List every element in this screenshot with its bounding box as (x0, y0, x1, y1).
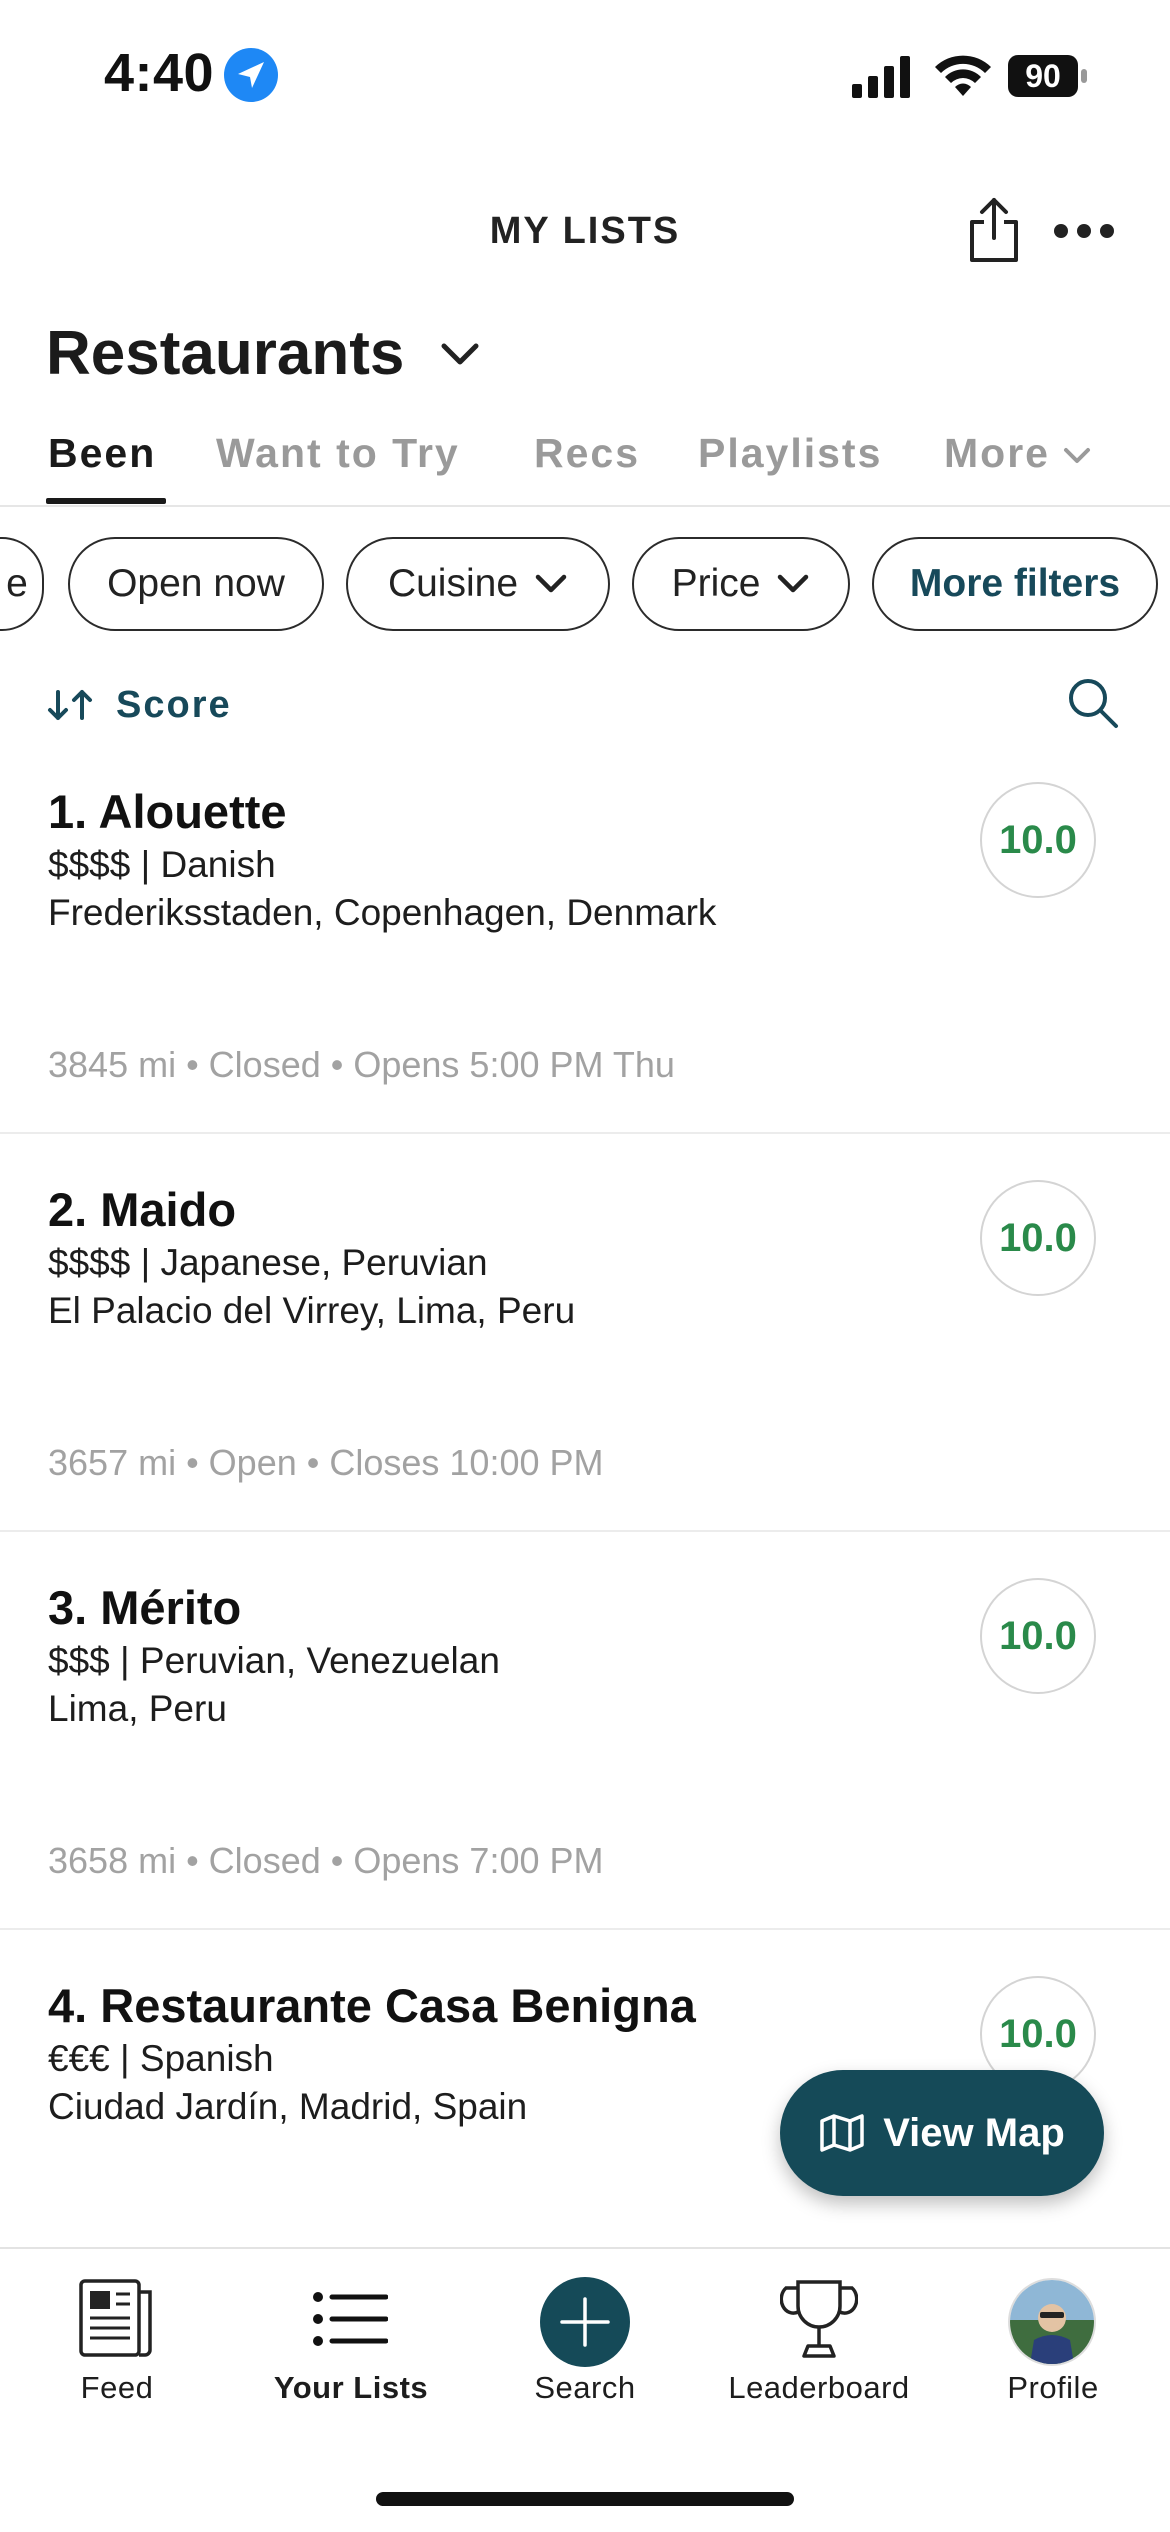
restaurant-location: Lima, Peru (48, 1688, 227, 1729)
list-item[interactable]: 2. Maido $$$$ | Japanese, Peruvian El Pa… (0, 1168, 1170, 1532)
filter-label: Price (671, 562, 761, 605)
divider (0, 505, 1170, 507)
restaurant-name: 3. Mérito (48, 1581, 242, 1634)
filter-chip-label: e (6, 562, 28, 605)
restaurant-price-cuisine: $$$$ | Danish (48, 844, 276, 885)
divider (0, 1928, 1170, 1930)
restaurant-name: 1. Alouette (48, 785, 287, 838)
filter-more-filters[interactable]: More filters (872, 537, 1158, 631)
more-options-icon[interactable] (1052, 216, 1116, 246)
chevron-down-icon[interactable] (1062, 446, 1092, 466)
chevron-down-icon (778, 574, 809, 593)
restaurant-price-cuisine: €€€ | Spanish (48, 2038, 274, 2079)
score-badge: 10.0 (980, 1180, 1096, 1296)
filter-label: Open now (107, 562, 285, 605)
tab-playlists[interactable]: Playlists (698, 430, 882, 477)
nav-your-lists-label[interactable]: Your Lists (234, 2370, 468, 2406)
nav-profile-label[interactable]: Profile (936, 2370, 1170, 2406)
list-item[interactable]: 1. Alouette $$$$ | Danish Frederiksstade… (0, 770, 1170, 1134)
score-badge: 10.0 (980, 782, 1096, 898)
restaurant-name: 2. Maido (48, 1183, 237, 1236)
sort-icon[interactable] (46, 688, 96, 722)
restaurant-price-cuisine: $$$$ | Japanese, Peruvian (48, 1242, 488, 1283)
location-arrow-icon (224, 48, 278, 102)
tab-recs[interactable]: Recs (534, 430, 640, 477)
home-indicator (376, 2492, 794, 2506)
share-icon[interactable] (964, 196, 1024, 264)
filter-cuisine[interactable]: Cuisine (346, 537, 610, 631)
filter-price[interactable]: Price (632, 537, 850, 631)
score-badge: 10.0 (980, 1578, 1096, 1694)
newspaper-icon[interactable] (78, 2278, 154, 2358)
filter-label: More filters (909, 562, 1121, 605)
restaurant-location: Ciudad Jardín, Madrid, Spain (48, 2086, 528, 2127)
restaurant-price-cuisine: $$$ | Peruvian, Venezuelan (48, 1640, 500, 1681)
list-item[interactable]: 3. Mérito $$$ | Peruvian, Venezuelan Lim… (0, 1566, 1170, 1930)
list-title-dropdown[interactable]: Restaurants (46, 318, 404, 389)
active-tab-indicator (46, 498, 166, 504)
search-add-button[interactable] (540, 2277, 630, 2367)
restaurant-location: Frederiksstaden, Copenhagen, Denmark (48, 892, 717, 933)
tab-been[interactable]: Been (48, 430, 156, 477)
chevron-down-icon (535, 574, 567, 593)
tab-want-to-try[interactable]: Want to Try (216, 430, 460, 477)
chevron-down-icon[interactable] (436, 336, 484, 372)
sort-button[interactable]: Score (116, 684, 232, 727)
map-icon (820, 2114, 864, 2152)
view-map-label: View Map (883, 2110, 1065, 2155)
restaurant-status: 3658 mi • Closed • Opens 7:00 PM (48, 1840, 604, 1881)
view-map-button[interactable]: View Map (780, 2070, 1104, 2196)
status-time: 4:40 (104, 43, 215, 103)
filter-open-now[interactable]: Open now (68, 537, 324, 631)
list-icon[interactable] (312, 2290, 388, 2348)
divider (0, 1530, 1170, 1532)
avatar[interactable] (1008, 2278, 1096, 2366)
nav-leaderboard-label[interactable]: Leaderboard (702, 2370, 936, 2406)
nav-search-label[interactable]: Search (468, 2370, 702, 2406)
search-icon[interactable] (1066, 676, 1120, 730)
restaurant-location: El Palacio del Virrey, Lima, Peru (48, 1290, 576, 1331)
trophy-icon[interactable] (780, 2278, 858, 2362)
plus-icon (560, 2297, 610, 2347)
restaurant-status: 3845 mi • Closed • Opens 5:00 PM Thu (48, 1044, 675, 1085)
battery-level: 90 (1025, 58, 1061, 94)
nav-feed-label[interactable]: Feed (0, 2370, 234, 2406)
filter-chip-partial[interactable]: e (0, 537, 44, 631)
divider (0, 1132, 1170, 1134)
wifi-icon (935, 55, 991, 96)
divider (0, 2247, 1170, 2249)
battery-icon: 90 (1008, 55, 1090, 97)
restaurant-status: 3657 mi • Open • Closes 10:00 PM (48, 1442, 604, 1483)
restaurant-name: 4. Restaurante Casa Benigna (48, 1979, 696, 2032)
filter-label: Cuisine (387, 562, 519, 605)
tab-more[interactable]: More (944, 430, 1050, 477)
cellular-signal-icon (852, 56, 910, 98)
